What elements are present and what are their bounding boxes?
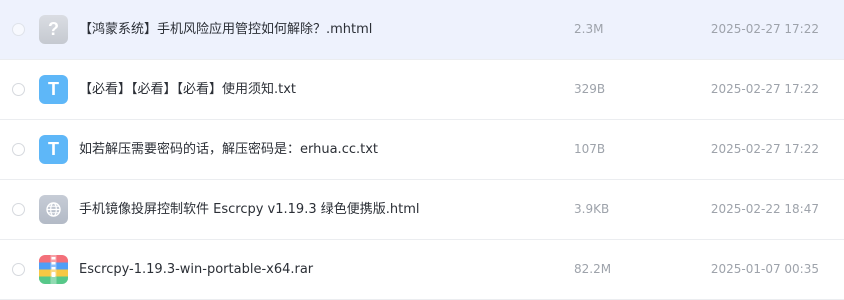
file-size: 82.2M <box>574 262 612 276</box>
file-name[interactable]: 如若解压需要密码的话，解压密码是：erhua.cc.txt <box>79 120 378 179</box>
file-size: 107B <box>574 142 606 156</box>
file-date: 2025-02-22 18:47 <box>710 202 819 216</box>
text-glyph: T <box>48 79 59 99</box>
row-checkbox[interactable] <box>12 263 25 276</box>
row-checkbox[interactable] <box>12 143 25 156</box>
file-name[interactable]: Escrcpy-1.19.3-win-portable-x64.rar <box>79 240 313 299</box>
row-checkbox[interactable] <box>12 23 25 36</box>
archive-file-icon <box>39 255 68 284</box>
row-checkbox[interactable] <box>12 203 25 216</box>
file-date: 2025-02-27 17:22 <box>710 142 819 156</box>
file-size: 3.9KB <box>574 202 610 216</box>
file-date: 2025-02-27 17:22 <box>710 22 819 36</box>
file-name[interactable]: 【必看】【必看】【必看】使用须知.txt <box>79 60 296 119</box>
file-name[interactable]: 【鸿蒙系统】手机风险应用管控如何解除？.mhtml <box>79 0 372 59</box>
file-list: ? 【鸿蒙系统】手机风险应用管控如何解除？.mhtml 2.3M 2025-02… <box>0 0 844 300</box>
file-name[interactable]: 手机镜像投屏控制软件 Escrcpy v1.19.3 绿色便携版.html <box>79 180 419 239</box>
question-mark-glyph: ? <box>48 19 59 39</box>
file-row[interactable]: T 如若解压需要密码的话，解压密码是：erhua.cc.txt 107B 202… <box>0 120 844 180</box>
file-row[interactable]: ? 【鸿蒙系统】手机风险应用管控如何解除？.mhtml 2.3M 2025-02… <box>0 0 844 60</box>
text-file-icon: T <box>39 75 68 104</box>
globe-icon <box>46 202 61 217</box>
text-glyph: T <box>48 139 59 159</box>
row-checkbox[interactable] <box>12 83 25 96</box>
file-size: 2.3M <box>574 22 604 36</box>
file-row[interactable]: T 【必看】【必看】【必看】使用须知.txt 329B 2025-02-27 1… <box>0 60 844 120</box>
file-date: 2025-02-27 17:22 <box>710 82 819 96</box>
file-size: 329B <box>574 82 606 96</box>
zip-archive-icon <box>39 255 68 284</box>
unknown-file-icon: ? <box>39 15 68 44</box>
html-file-icon <box>39 195 68 224</box>
file-date: 2025-01-07 00:35 <box>710 262 819 276</box>
file-row[interactable]: Escrcpy-1.19.3-win-portable-x64.rar 82.2… <box>0 240 844 300</box>
file-row[interactable]: 手机镜像投屏控制软件 Escrcpy v1.19.3 绿色便携版.html 3.… <box>0 180 844 240</box>
text-file-icon: T <box>39 135 68 164</box>
